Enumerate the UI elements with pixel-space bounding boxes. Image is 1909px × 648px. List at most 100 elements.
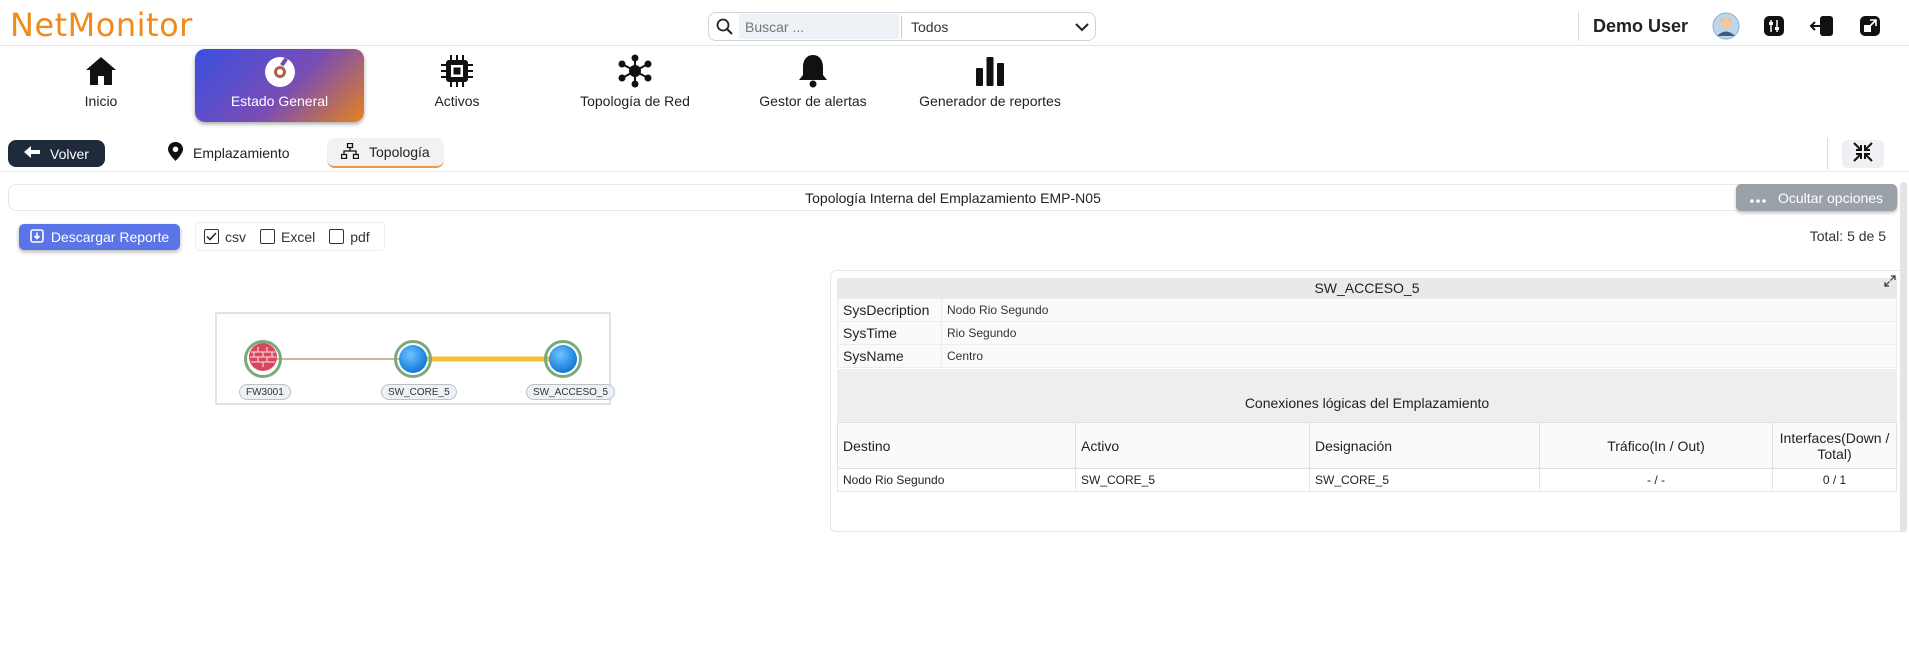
format-csv-option[interactable]: csv [204,229,246,245]
info-key: SysDecription [837,298,942,322]
node-sw-acceso-5[interactable] [544,340,582,378]
format-label: csv [225,228,246,245]
table-cell: SW_CORE_5 [1075,468,1310,492]
user-area: Demo User [1578,10,1904,42]
table-row[interactable]: Nodo Rio Segundo SW_CORE_5 SW_CORE_5 - /… [837,468,1897,492]
format-pdf-option[interactable]: pdf [329,228,370,245]
tab-emplazamiento[interactable]: Emplazamiento [168,138,290,168]
csv-checkbox[interactable] [204,229,219,244]
home-icon [84,49,118,93]
column-header[interactable]: Interfaces(Down / Total) [1772,422,1897,469]
app-logo[interactable]: NetMonitor [10,6,193,44]
table-cell: - / - [1539,468,1773,492]
hide-options-button[interactable]: Ocultar opciones [1736,184,1897,211]
format-excel-option[interactable]: Excel [260,229,315,245]
column-header[interactable]: Tráfico(In / Out) [1539,422,1773,469]
info-row: SysName Centro [837,344,1897,368]
device-name-header: SW_ACCESO_5 [837,278,1897,298]
pdf-checkbox[interactable] [329,229,345,244]
download-icon [30,228,44,246]
nav-item-estado-general[interactable]: Estado General [195,49,364,122]
back-button[interactable]: Volver [8,140,105,167]
connections-title-text: Conexiones lógicas del Emplazamiento [1244,394,1490,411]
search-bar: Todos [708,12,1096,41]
device-name: SW_ACCESO_5 [1314,280,1420,296]
arrow-left-icon [24,145,41,162]
format-options: csv Excel pdf [195,222,385,251]
bar-chart-icon [973,49,1007,93]
nav-item-inicio[interactable]: Inicio [52,49,150,122]
nav-label: Generador de reportes [919,93,1061,109]
info-value: Rio Segundo [941,321,1897,345]
nav-label: Inicio [84,93,118,109]
node-label: SW_ACCESO_5 [526,384,616,400]
nav-item-gestor-de-alertas[interactable]: Gestor de alertas [750,49,876,122]
back-button-label: Volver [50,145,89,162]
info-value: Centro [941,344,1897,368]
logout-icon[interactable] [1808,12,1836,40]
column-header[interactable]: Designación [1309,422,1540,469]
window-switch-icon[interactable] [1856,12,1884,40]
total-count: Total: 5 de 5 [1809,228,1886,244]
scrollbar[interactable] [1900,182,1907,532]
column-header[interactable]: Activo [1075,422,1310,469]
switch-icon [549,345,577,373]
section-title-bar: Topología Interna del Emplazamiento EMP-… [8,184,1898,211]
format-label: pdf [350,228,370,245]
user-divider [1578,11,1579,41]
location-pin-icon [168,142,183,164]
connections-table: Destino Activo Designación Tráfico(In / … [837,422,1897,492]
nav-label: Activos [434,93,480,109]
avatar[interactable] [1712,12,1740,40]
table-cell: Nodo Rio Segundo [837,468,1076,492]
switch-icon [399,345,427,373]
connections-header-row: Destino Activo Designación Tráfico(In / … [837,422,1897,469]
firewall-icon [248,342,278,377]
more-dots-icon [1750,190,1766,206]
search-scope-select[interactable]: Todos [902,13,1095,40]
hierarchy-icon [340,142,360,162]
topology-graph[interactable]: FW3001 SW_CORE_5 SW_ACCESO_5 [215,312,616,405]
nav-label: Estado General [230,93,329,109]
control-panel-icon[interactable] [1760,12,1788,40]
collapse-arrows-icon [1852,141,1874,168]
network-icon [617,49,653,93]
sub-toolbar: Volver Emplazamiento Topología [0,138,1909,172]
collapse-button[interactable] [1842,140,1884,168]
table-cell: SW_CORE_5 [1309,468,1540,492]
expand-icon[interactable] [1884,274,1896,292]
download-report-label: Descargar Reporte [50,229,170,245]
hide-options-label: Ocultar opciones [1778,189,1884,206]
info-row: SysTime Rio Segundo [837,321,1897,345]
download-report-button[interactable]: Descargar Reporte [19,224,180,250]
info-key: SysTime [837,321,942,345]
info-row: SysDecription Nodo Rio Segundo [837,298,1897,322]
search-scope-value: Todos [911,18,949,35]
node-label: FW3001 [239,384,291,400]
info-key: SysName [837,344,942,368]
nav-item-generador-de-reportes[interactable]: Generador de reportes [916,49,1064,122]
info-value: Nodo Rio Segundo [941,298,1897,322]
gauge-icon [262,49,298,93]
nav-item-activos[interactable]: Activos [408,49,506,122]
user-name[interactable]: Demo User [1593,16,1688,37]
tab-topologia[interactable]: Topología [327,138,444,168]
tab-label: Emplazamiento [193,145,290,161]
toolbar-divider [1827,138,1828,170]
bell-icon [797,49,829,93]
search-input[interactable] [739,14,899,39]
node-fw3001[interactable] [244,340,282,378]
search-icon[interactable] [709,13,739,40]
top-bar: NetMonitor Todos Demo User [0,0,1909,46]
tab-label: Topología [369,144,430,160]
device-detail-panel: SW_ACCESO_5 SysDecription Nodo Rio Segun… [830,270,1907,532]
node-label: SW_CORE_5 [381,384,457,400]
nav-label: Gestor de alertas [759,93,867,109]
nav-item-topologia-de-red[interactable]: Topología de Red [572,49,698,122]
connections-title: Conexiones lógicas del Emplazamiento [837,369,1897,422]
column-header[interactable]: Destino [837,422,1076,469]
chevron-down-icon [1075,19,1089,35]
excel-checkbox[interactable] [260,229,275,244]
node-sw-core-5[interactable] [394,340,432,378]
nav-label: Topología de Red [580,93,690,109]
